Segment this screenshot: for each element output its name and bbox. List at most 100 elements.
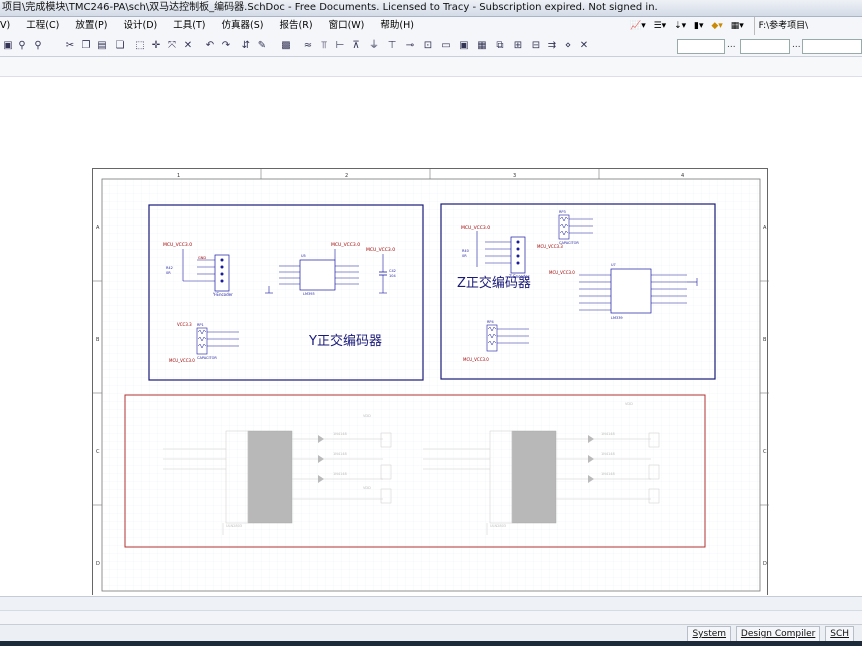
grid-icon[interactable]: ▦▾ [731, 17, 744, 35]
z-rp3-ref: RP3 [559, 210, 566, 214]
paste-icon[interactable]: ▤ [96, 40, 108, 52]
menu-project[interactable]: 工程(C) [26, 17, 59, 35]
compile-icon[interactable]: ▩ [280, 40, 292, 52]
y-rp-ref: RP1 [197, 323, 204, 327]
diode-label-l2: 1N4148 [333, 452, 347, 456]
diode-label-r3: 1N4148 [601, 472, 615, 476]
dots-2: ... [792, 40, 801, 50]
row-label-a-right: A [763, 225, 767, 231]
z-ic-label: LM339 [611, 316, 623, 320]
rubber-stamp-icon[interactable]: ❏ [114, 40, 126, 52]
menu-design[interactable]: 设计(D) [124, 17, 158, 35]
harness-connector-icon[interactable]: ⊞ [512, 40, 524, 52]
y-r42-value: 0R [166, 271, 171, 275]
bus-icon[interactable]: ⫪ [318, 40, 330, 52]
signal-harness-icon[interactable]: ⇉ [546, 40, 558, 52]
altium-window: 项目\完成模块\TMC246-PA\sch\双马达控制板_编码器.SchDoc … [0, 0, 862, 646]
driver-ic-right: ULN2803 [490, 524, 506, 528]
y-rp-vcc: VCC3.3 [177, 322, 192, 327]
redo-icon[interactable]: ↷ [220, 40, 232, 52]
y-cap-label: CAPACITOR [197, 356, 217, 360]
z-vcc-net: MCU_VCC3.0 [461, 225, 490, 231]
y-ic-ref: U5 [301, 254, 306, 258]
chart-icon[interactable]: 📈▾ [630, 17, 646, 35]
filter-dropdown-2[interactable] [740, 39, 790, 54]
menu-tools[interactable]: 工具(T) [173, 17, 205, 35]
z-r40-value: 0R [462, 254, 467, 258]
y-block-heading: Y正交编码器 [308, 333, 382, 349]
vdd-label-top: VDD [363, 414, 371, 418]
y-ic-label: LM393 [303, 292, 315, 296]
filter-dropdown-3[interactable] [802, 39, 862, 54]
part-icon[interactable]: ⊡ [422, 40, 434, 52]
window-title: 项目\完成模块\TMC246-PA\sch\双马达控制板_编码器.SchDoc … [2, 2, 658, 13]
select-cross-icon[interactable]: ⤧ [166, 40, 178, 52]
gnd-icon[interactable]: ⏚ [368, 40, 380, 52]
menu-help[interactable]: 帮助(H) [380, 17, 414, 35]
harness-entry-icon[interactable]: ⊟ [530, 40, 542, 52]
filter-dropdown-1[interactable] [677, 39, 725, 54]
net-label-icon[interactable]: ⊼ [350, 40, 362, 52]
horizontal-scrollbar[interactable] [0, 596, 862, 610]
copy-icon[interactable]: ❐ [80, 40, 92, 52]
sheet-symbol-icon[interactable]: ▭ [440, 40, 452, 52]
y-connector-label: Y-Encoder [212, 292, 233, 297]
col-label-4: 4 [681, 173, 684, 179]
clear-select-icon[interactable]: ✕ [182, 40, 194, 52]
row-label-c-right: C [763, 449, 767, 455]
no-erc-icon[interactable]: ✕ [578, 40, 590, 52]
pencil-icon[interactable]: ✎ [256, 40, 268, 52]
move-icon[interactable]: ✛ [150, 40, 162, 52]
zoom-icon[interactable]: ⚲ [16, 40, 28, 52]
diode-label-l1: 1N4148 [333, 432, 347, 436]
z-ic-ref: U7 [611, 263, 616, 267]
zoom-fit-icon[interactable]: ⚲ [32, 40, 44, 52]
vdd-label-right: VDD [625, 402, 633, 406]
y-cap-ref: C42 [389, 269, 396, 273]
row-label-d: D [96, 561, 100, 567]
z-rp3-vcc: MCU_VCC3.3 [537, 244, 563, 249]
sheet-entry-icon[interactable]: ▣ [458, 40, 470, 52]
menu-window[interactable]: 窗口(W) [329, 17, 365, 35]
title-bar: 项目\完成模块\TMC246-PA\sch\双马达控制板_编码器.SchDoc … [0, 0, 862, 17]
vcc-icon[interactable]: ⊤ [386, 40, 398, 52]
y-gnd-net: GND [198, 256, 206, 260]
pin-icon[interactable]: ▮▾ [694, 17, 703, 35]
os-taskbar [0, 641, 862, 646]
diode-label-r2: 1N4148 [601, 452, 615, 456]
save-icon[interactable]: ▣ [2, 40, 14, 52]
sheet-drawing: 1 2 3 4 A B C D A B C D Y-Encoder MCU_VC… [93, 169, 769, 592]
toolbar-right: 📈▾ ☰▾ ⇣▾ ▮▾ ◆▾ ▦▾ F:\参考项目\ [630, 17, 862, 36]
harness-icon[interactable]: ⧉ [494, 40, 506, 52]
hierarchy-icon[interactable]: ⇵ [240, 40, 252, 52]
align-icon[interactable]: ☰▾ [654, 17, 667, 35]
row-label-a: A [96, 225, 100, 231]
y-cap-vcc: MCU_VCC3.0 [366, 247, 395, 253]
schematic-canvas[interactable]: 1 2 3 4 A B C D A B C D Y-Encoder MCU_VC… [0, 77, 862, 595]
grid-area [102, 179, 760, 591]
z-ic-vcc: MCU_VCC3.0 [549, 270, 575, 275]
undo-icon[interactable]: ↶ [204, 40, 216, 52]
diamond-icon[interactable]: ◆▾ [711, 17, 722, 35]
row-label-b: B [96, 337, 100, 343]
port-icon[interactable]: ⊸ [404, 40, 416, 52]
menu-reports[interactable]: 报告(R) [280, 17, 313, 35]
schematic-sheet[interactable]: 1 2 3 4 A B C D A B C D Y-Encoder MCU_VC… [92, 168, 769, 595]
project-path[interactable]: F:\参考项目\ [753, 17, 808, 35]
directive-icon[interactable]: ⋄ [562, 40, 574, 52]
y-ic-vcc: MCU_VCC3.0 [331, 242, 360, 248]
select-rect-icon[interactable]: ⬚ [134, 40, 146, 52]
device-sheet-icon[interactable]: ▦ [476, 40, 488, 52]
arrow-down-icon[interactable]: ⇣▾ [674, 17, 686, 35]
y-cap-value: 104 [389, 274, 396, 278]
driver-ic-left: ULN2803 [226, 524, 242, 528]
cut-icon[interactable]: ✂ [64, 40, 76, 52]
wire-icon[interactable]: ≈ [302, 40, 314, 52]
vdd-label-left: VDD [363, 486, 371, 490]
bus-entry-icon[interactable]: ⊢ [334, 40, 346, 52]
row-label-c: C [96, 449, 100, 455]
menu-view[interactable]: V) [0, 17, 10, 35]
y-vcc-net: MCU_VCC3.0 [163, 242, 192, 248]
menu-place[interactable]: 放置(P) [75, 17, 107, 35]
menu-simulator[interactable]: 仿真器(S) [222, 17, 264, 35]
